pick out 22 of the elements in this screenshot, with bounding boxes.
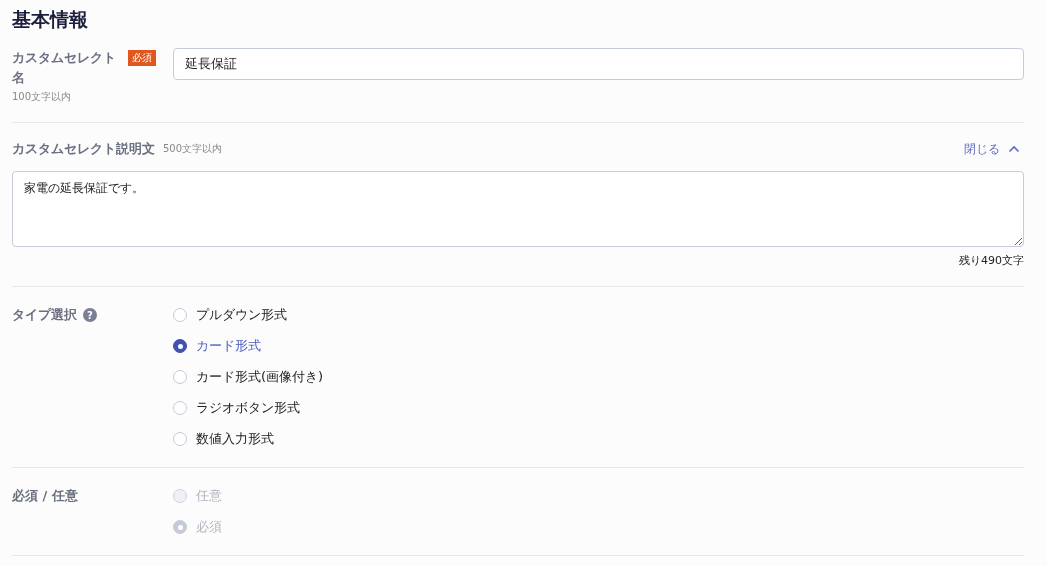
field-label: カスタムセレクト名 bbox=[12, 49, 117, 87]
radio-label: プルダウン形式 bbox=[196, 306, 287, 324]
chevron-up-icon bbox=[1008, 145, 1020, 153]
description-text-area[interactable]: 家電の延長保証です。 bbox=[12, 171, 1024, 247]
field-hint: 500文字以内 bbox=[163, 142, 223, 156]
name-input-field[interactable]: 延長保証 bbox=[173, 48, 1024, 80]
help-icon[interactable]: ? bbox=[83, 308, 97, 322]
radio-label: 数値入力形式 bbox=[196, 430, 274, 448]
field-label: タイプ選択 bbox=[12, 306, 77, 324]
radio-label: カード形式 bbox=[196, 337, 261, 355]
radio-button[interactable] bbox=[173, 339, 187, 353]
radio-label: ラジオボタン形式 bbox=[196, 399, 300, 417]
radio-label: 必須 bbox=[196, 518, 222, 536]
field-hint: 100文字以内 bbox=[12, 90, 73, 104]
field-label: カスタムセレクト説明文 bbox=[12, 140, 155, 158]
radio-label: カード形式(画像付き) bbox=[196, 368, 324, 386]
radio-label: 任意 bbox=[196, 487, 222, 505]
field-label: 必須 / 任意 bbox=[12, 487, 78, 505]
character-counter: 残り490文字 bbox=[958, 253, 1024, 268]
collapse-link[interactable]: 閉じる bbox=[964, 140, 1020, 158]
required-badge: 必須 bbox=[128, 50, 156, 66]
section-title: 基本情報 bbox=[12, 7, 89, 32]
